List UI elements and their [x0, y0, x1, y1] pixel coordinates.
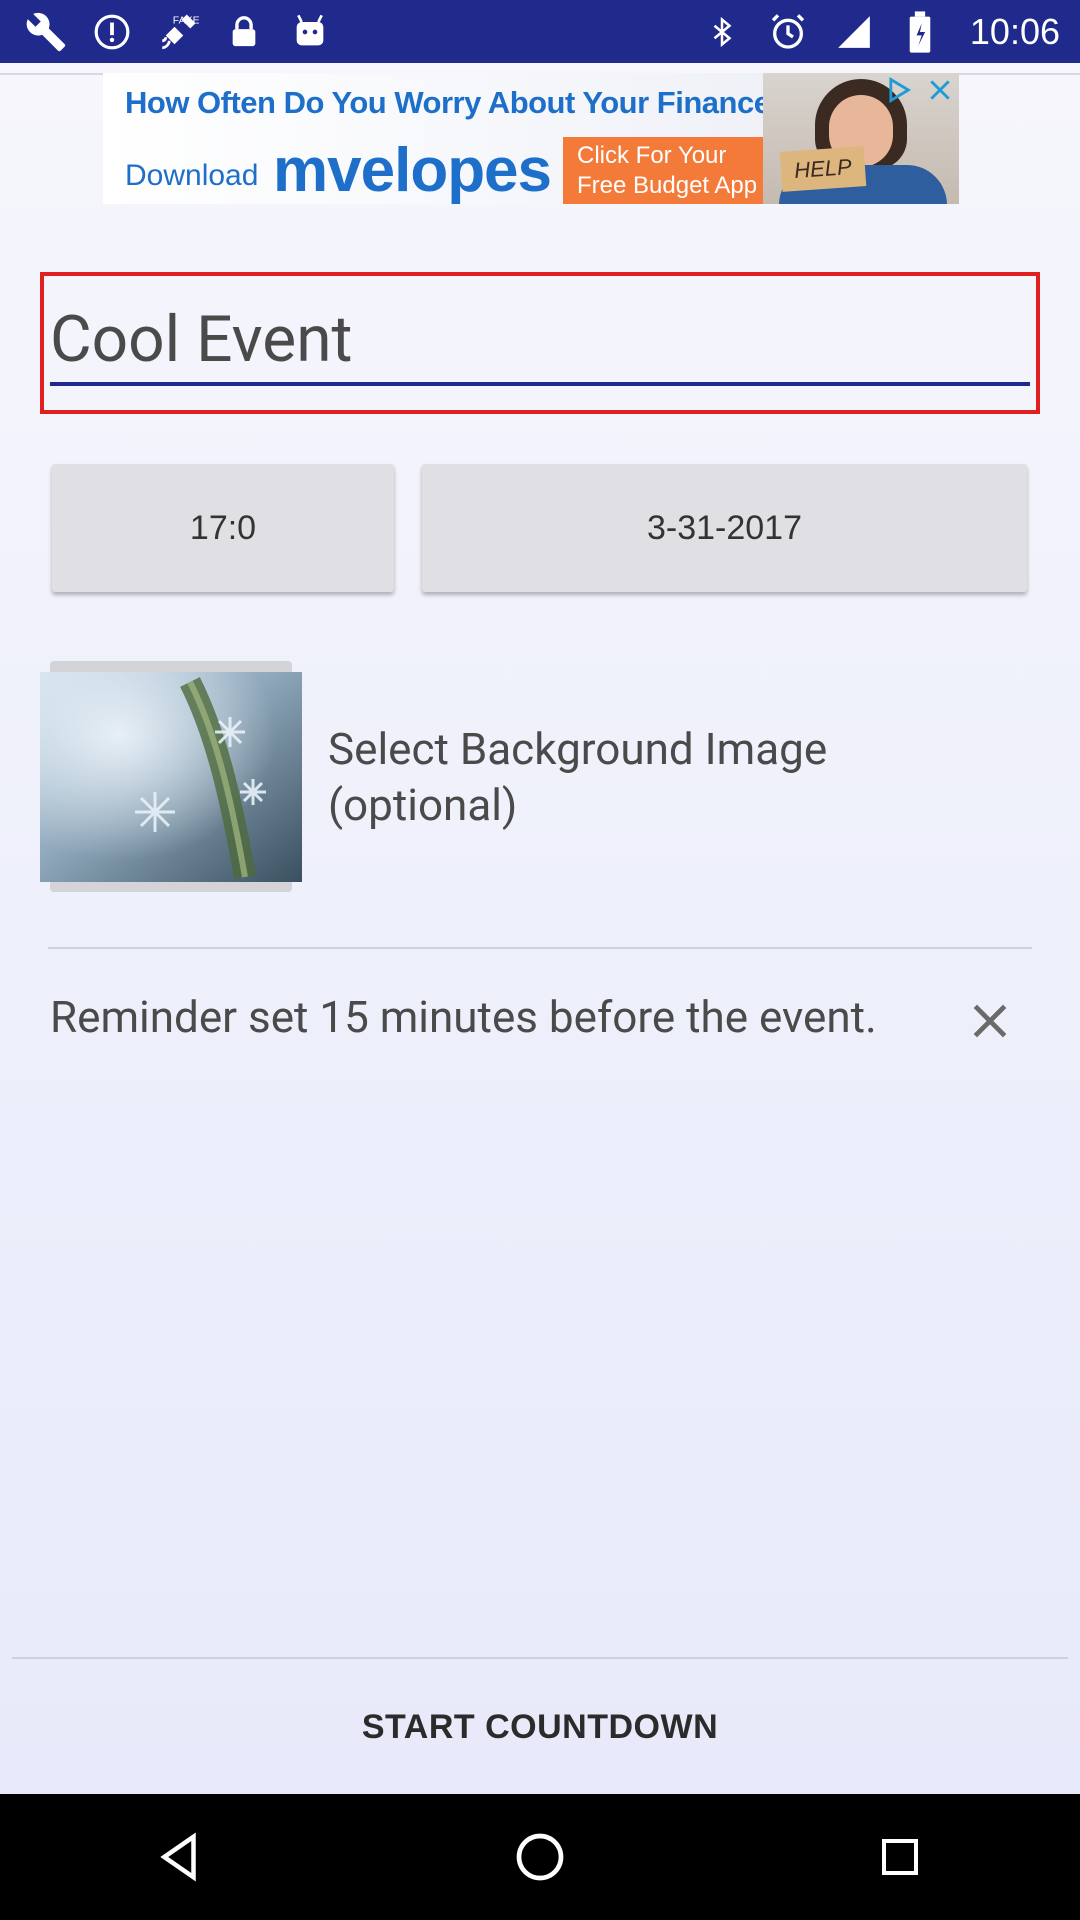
status-left: FAKE	[24, 10, 332, 54]
app-content: How Often Do You Worry About Your Financ…	[0, 63, 1080, 1794]
lock-icon	[222, 10, 266, 54]
time-picker-button[interactable]: 17:0	[52, 464, 394, 592]
info-icon	[90, 10, 134, 54]
ad-cta-line2: Free Budget App	[577, 172, 758, 199]
recents-icon[interactable]	[840, 1802, 960, 1912]
wrench-icon	[24, 10, 68, 54]
bottom-divider	[12, 1657, 1068, 1659]
home-icon[interactable]	[480, 1802, 600, 1912]
ad-cta-line1: Click For Your	[577, 142, 727, 169]
adchoices-icon[interactable]	[879, 75, 919, 105]
select-background-line1: Select Background Image	[328, 723, 828, 775]
ad-sign: HELP	[779, 146, 867, 192]
reminder-text: Reminder set 15 minutes before the event…	[50, 991, 877, 1043]
select-background-label[interactable]: Select Background Image (optional)	[328, 721, 1028, 833]
back-icon[interactable]	[120, 1802, 240, 1912]
ad-download-label: Download	[125, 159, 259, 192]
remove-reminder-close-icon[interactable]	[964, 995, 1016, 1047]
signal-icon	[832, 10, 876, 54]
start-countdown-button[interactable]: START COUNTDOWN	[0, 1661, 1080, 1793]
android-icon	[288, 10, 332, 54]
ad-cta-button[interactable]: Click For Your Free Budget App	[563, 137, 763, 204]
ad-banner[interactable]: How Often Do You Worry About Your Financ…	[103, 73, 959, 204]
battery-icon	[898, 10, 942, 54]
section-divider	[48, 947, 1032, 949]
bluetooth-icon	[700, 10, 744, 54]
status-time: 10:06	[969, 10, 1060, 52]
status-right: 10:06	[700, 10, 1060, 54]
event-title-input[interactable]	[50, 296, 1030, 386]
date-picker-button[interactable]: 3-31-2017	[422, 464, 1027, 592]
navigation-bar	[0, 1794, 1080, 1920]
ad-brand: mvelopes	[273, 136, 552, 204]
event-title-highlight	[40, 272, 1040, 414]
status-bar: FAKE 10:06	[0, 0, 1080, 63]
select-background-line2: (optional)	[328, 779, 518, 831]
ad-close-icon[interactable]	[921, 75, 959, 105]
alarm-icon	[766, 10, 810, 54]
svg-text:FAKE: FAKE	[173, 14, 199, 26]
background-image-thumbnail[interactable]	[40, 672, 302, 882]
fake-gps-icon: FAKE	[156, 10, 200, 54]
ad-headline: How Often Do You Worry About Your Financ…	[125, 85, 806, 120]
